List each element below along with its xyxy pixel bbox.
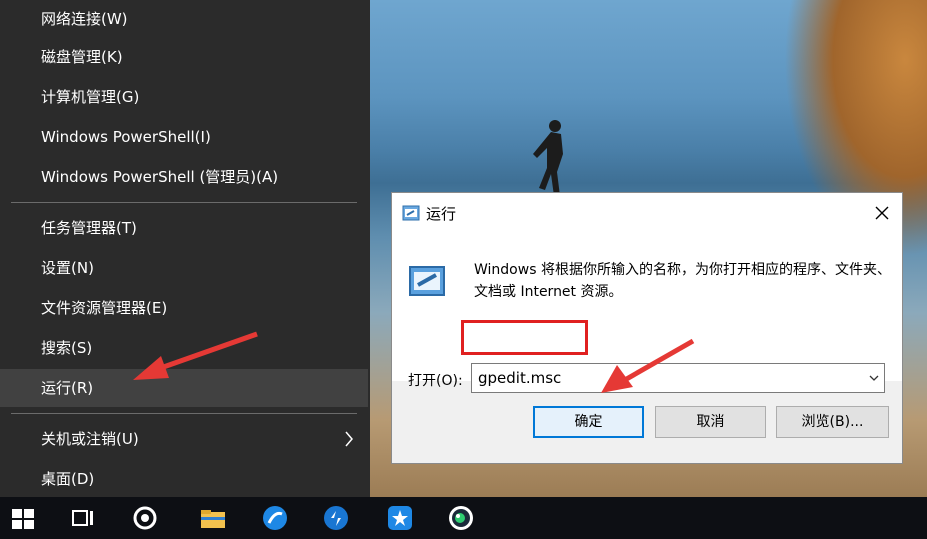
app-icon[interactable] (321, 503, 351, 533)
menu-item-desktop[interactable]: 桌面(D) (0, 460, 368, 498)
menu-item-file-explorer[interactable]: 文件资源管理器(E) (0, 289, 368, 327)
app-icon[interactable] (385, 503, 415, 533)
windows-start-icon[interactable] (8, 503, 38, 533)
menu-item-label: 关机或注销(U) (41, 430, 139, 448)
menu-item-network-connections[interactable]: 网络连接(W) (0, 0, 368, 38)
open-label: 打开(O): (408, 373, 463, 389)
browse-button[interactable]: 浏览(B)... (776, 406, 889, 438)
dialog-description: Windows 将根据你所输入的名称，为你打开相应的程序、文件夹、文档或 Int… (474, 262, 891, 300)
menu-item-task-manager[interactable]: 任务管理器(T) (0, 209, 368, 247)
dialog-titlebar: 运行 (392, 193, 902, 233)
run-app-icon (402, 205, 420, 221)
menu-divider (11, 413, 357, 414)
menu-item-powershell-admin[interactable]: Windows PowerShell (管理员)(A) (0, 158, 368, 196)
menu-item-label: 设置(N) (41, 259, 94, 277)
menu-item-label: Windows PowerShell(I) (41, 128, 211, 146)
app-icon[interactable] (130, 503, 160, 533)
run-program-icon (409, 266, 445, 296)
app-icon[interactable] (446, 503, 476, 533)
menu-item-label: 网络连接(W) (41, 10, 128, 28)
menu-divider (11, 202, 357, 203)
cancel-button[interactable]: 取消 (655, 406, 766, 438)
menu-item-label: 任务管理器(T) (41, 219, 137, 237)
menu-item-label: 磁盘管理(K) (41, 48, 123, 66)
menu-item-disk-management[interactable]: 磁盘管理(K) (0, 38, 368, 76)
close-icon[interactable] (870, 201, 894, 225)
task-view-icon[interactable] (68, 503, 98, 533)
menu-item-settings[interactable]: 设置(N) (0, 249, 368, 287)
chevron-down-icon[interactable] (868, 372, 880, 384)
highlight-box (461, 320, 588, 355)
wallpaper-figure (533, 120, 563, 196)
dialog-title: 运行 (426, 205, 457, 223)
winx-menu: 网络连接(W) 磁盘管理(K) 计算机管理(G) Windows PowerSh… (0, 0, 370, 497)
file-explorer-icon[interactable] (198, 503, 228, 533)
menu-item-label: 运行(R) (41, 379, 94, 397)
menu-item-label: 文件资源管理器(E) (41, 299, 168, 317)
menu-item-powershell[interactable]: Windows PowerShell(I) (0, 118, 368, 156)
browser-icon[interactable] (260, 503, 290, 533)
arrow-annotation (601, 338, 695, 393)
chevron-right-icon (345, 431, 353, 447)
menu-item-label: 计算机管理(G) (41, 88, 140, 106)
arrow-annotation (133, 331, 258, 380)
menu-item-label: 桌面(D) (41, 470, 95, 488)
menu-item-label: Windows PowerShell (管理员)(A) (41, 168, 279, 186)
menu-item-computer-management[interactable]: 计算机管理(G) (0, 78, 368, 116)
menu-item-label: 搜索(S) (41, 339, 93, 357)
ok-button[interactable]: 确定 (533, 406, 644, 438)
menu-item-shutdown[interactable]: 关机或注销(U) (0, 420, 368, 458)
